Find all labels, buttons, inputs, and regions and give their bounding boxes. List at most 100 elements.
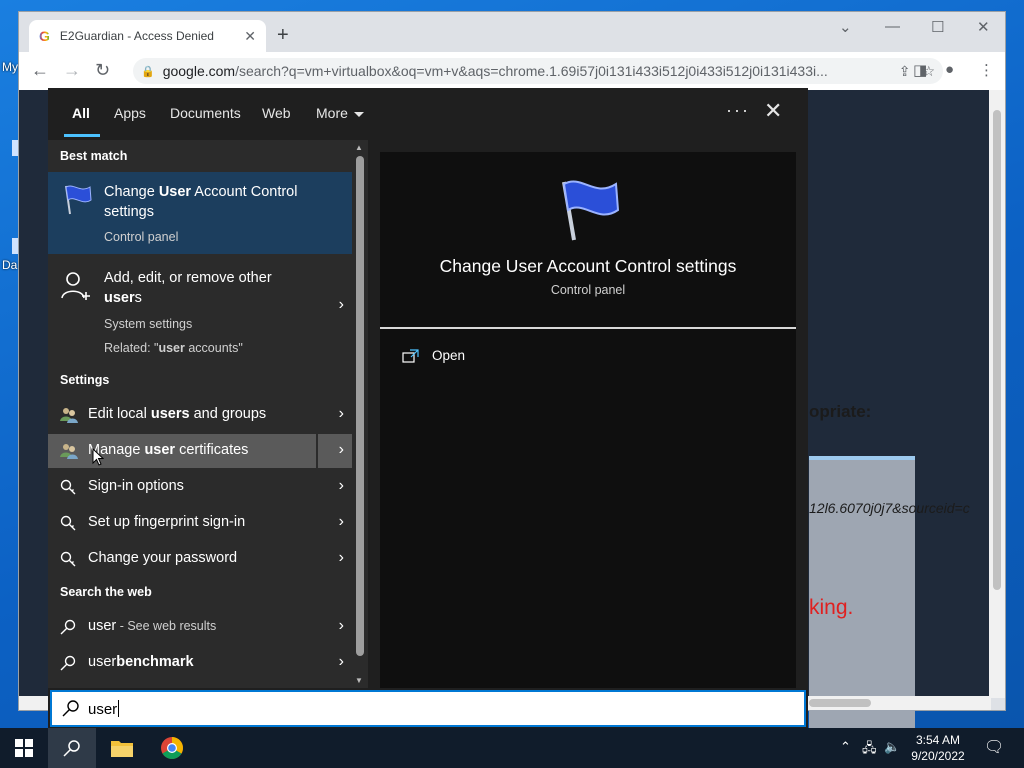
preview-divider <box>380 327 796 329</box>
forward-icon[interactable]: → <box>63 60 81 81</box>
system-result-title: Add, edit, or remove other users <box>104 270 272 306</box>
taskbar: ⌃ 🖧 🔈 3:54 AM 9/20/2022 🗨 <box>0 728 1024 768</box>
best-match-result[interactable]: Change User Account Control settings Con… <box>48 172 352 254</box>
chevron-right-icon[interactable]: › <box>339 441 344 459</box>
chevron-right-icon[interactable]: › <box>339 405 344 423</box>
chevron-right-icon[interactable]: › <box>339 477 344 495</box>
reload-icon[interactable]: ↻ <box>95 60 110 81</box>
desktop-icon-label-2[interactable]: Da <box>2 258 17 272</box>
tab-apps[interactable]: Apps <box>114 105 146 121</box>
system-result-related[interactable]: Related: "user accounts" <box>104 341 243 355</box>
search-scope-tabs: All Apps Documents Web More ··· ✕ <box>48 88 808 138</box>
url-text[interactable]: google.com/search?q=vm+virtualbox&oq=vm+… <box>163 63 887 79</box>
web-result-user[interactable]: user - See web results › <box>48 610 352 644</box>
maximize-button[interactable]: ☐ <box>931 18 944 36</box>
browser-toolbar: ← → ↻ 🔒 google.com/search?q=vm+virtualbo… <box>19 52 1005 90</box>
best-match-title: Change User Account Control settings <box>104 184 298 220</box>
setting-change-password[interactable]: Change your password › <box>48 542 352 576</box>
web-result-label: user - See web results <box>88 618 217 634</box>
file-explorer-button[interactable] <box>98 728 146 768</box>
windows-logo-icon <box>15 739 33 757</box>
scroll-up-icon[interactable]: ▲ <box>355 143 363 152</box>
taskbar-clock[interactable]: 3:54 AM 9/20/2022 <box>903 732 973 764</box>
tab-all[interactable]: All <box>72 105 90 121</box>
tab-more[interactable]: More <box>316 105 364 121</box>
chevron-down-icon <box>353 111 364 117</box>
show-hidden-icons-chevron-icon[interactable]: ⌃ <box>840 739 851 755</box>
setting-edit-local-users[interactable]: Edit local users and groups › <box>48 398 352 432</box>
system-result-subtitle: System settings <box>104 317 193 331</box>
menu-kebab-icon[interactable]: ⋮ <box>979 61 994 79</box>
more-options-icon[interactable]: ··· <box>726 100 750 121</box>
horizontal-scrollbar-thumb[interactable] <box>809 699 871 707</box>
search-input[interactable]: user <box>88 700 119 718</box>
scroll-down-icon[interactable]: ▼ <box>355 676 363 685</box>
setting-label: Set up fingerprint sign-in <box>88 514 246 530</box>
open-action[interactable]: Open <box>402 348 465 363</box>
tab-search-icon[interactable]: ⌄ <box>839 18 852 36</box>
results-scrollbar[interactable]: ▲ ▼ <box>352 140 368 688</box>
setting-manage-user-certificates[interactable]: Manage user certificates › <box>48 434 352 468</box>
mouse-cursor-icon <box>92 448 104 466</box>
setting-label: Sign-in options <box>88 478 184 494</box>
preview-subtitle: Control panel <box>550 283 626 297</box>
section-settings: Settings <box>60 373 110 387</box>
folder-icon <box>111 741 133 757</box>
notifications-icon[interactable]: 🗨 <box>984 737 1004 757</box>
web-result-userbenchmark[interactable]: userbenchmark › <box>48 646 352 680</box>
profile-avatar-icon[interactable]: ● <box>945 61 954 78</box>
new-tab-button[interactable]: + <box>277 24 289 47</box>
system-settings-result[interactable]: Add, edit, or remove other users System s… <box>48 256 352 356</box>
section-search-the-web: Search the web <box>60 585 152 599</box>
address-bar[interactable]: 🔒 google.com/search?q=vm+virtualbox&oq=v… <box>133 58 943 84</box>
chrome-taskbar-button[interactable] <box>148 728 196 768</box>
flag-icon <box>562 180 620 241</box>
lock-icon[interactable]: 🔒 <box>141 65 155 78</box>
desktop-icon-label-1[interactable]: My <box>2 60 18 74</box>
chevron-right-icon[interactable]: › <box>339 653 344 671</box>
side-panel-icon[interactable]: ◨ <box>913 61 927 79</box>
key-icon <box>60 515 76 536</box>
vertical-scrollbar-thumb[interactable] <box>993 110 1001 590</box>
volume-icon[interactable]: 🔈 <box>884 739 900 755</box>
tab-close-icon[interactable]: ✕ <box>244 28 256 45</box>
browser-tab[interactable]: G E2Guardian - Access Denied ✕ <box>29 20 266 52</box>
results-list: Best match Change User Account Control s… <box>48 140 352 688</box>
vertical-scrollbar[interactable] <box>989 90 1005 698</box>
share-icon[interactable]: ⇪ <box>899 63 911 80</box>
open-icon <box>402 348 419 363</box>
page-heading-fragment: opriate: <box>809 402 872 421</box>
chevron-right-icon[interactable]: › <box>339 549 344 567</box>
setting-fingerprint-sign-in[interactable]: Set up fingerprint sign-in › <box>48 506 352 540</box>
results-scrollbar-thumb[interactable] <box>356 156 364 656</box>
setting-label: Manage user certificates <box>88 442 249 458</box>
tab-title: E2Guardian - Access Denied <box>59 29 214 43</box>
search-box[interactable]: user <box>50 690 806 727</box>
close-icon[interactable]: ✕ <box>764 98 782 124</box>
flag-icon <box>60 182 94 221</box>
tab-strip: G E2Guardian - Access Denied ✕ + ⌄ — ☐ ✕ <box>19 12 1005 52</box>
chevron-right-icon[interactable]: › <box>339 617 344 635</box>
search-icon <box>63 740 80 757</box>
result-preview-pane: Change User Account Control settings Con… <box>380 152 796 688</box>
users-group-icon <box>60 407 78 428</box>
search-icon <box>60 655 76 676</box>
tab-web[interactable]: Web <box>262 105 291 121</box>
taskbar-search-button[interactable] <box>48 728 96 768</box>
chevron-right-icon[interactable]: › <box>339 296 344 314</box>
page-url-fragment: 12l6.6070j0j7&sourceid=c <box>809 500 970 516</box>
back-icon[interactable]: ← <box>31 60 49 81</box>
page-warning-fragment: king. <box>809 596 854 619</box>
network-icon[interactable]: 🖧 <box>862 739 877 761</box>
chevron-right-icon[interactable]: › <box>339 513 344 531</box>
add-user-icon <box>60 270 92 307</box>
section-best-match: Best match <box>60 149 128 163</box>
tab-documents[interactable]: Documents <box>170 105 241 121</box>
start-search-panel: All Apps Documents Web More ··· ✕ Best m… <box>48 88 808 728</box>
start-button[interactable] <box>0 728 48 768</box>
search-icon <box>62 699 80 722</box>
setting-sign-in-options[interactable]: Sign-in options › <box>48 470 352 504</box>
active-tab-indicator <box>64 134 100 137</box>
close-window-button[interactable]: ✕ <box>977 18 990 36</box>
minimize-button[interactable]: — <box>885 18 900 35</box>
